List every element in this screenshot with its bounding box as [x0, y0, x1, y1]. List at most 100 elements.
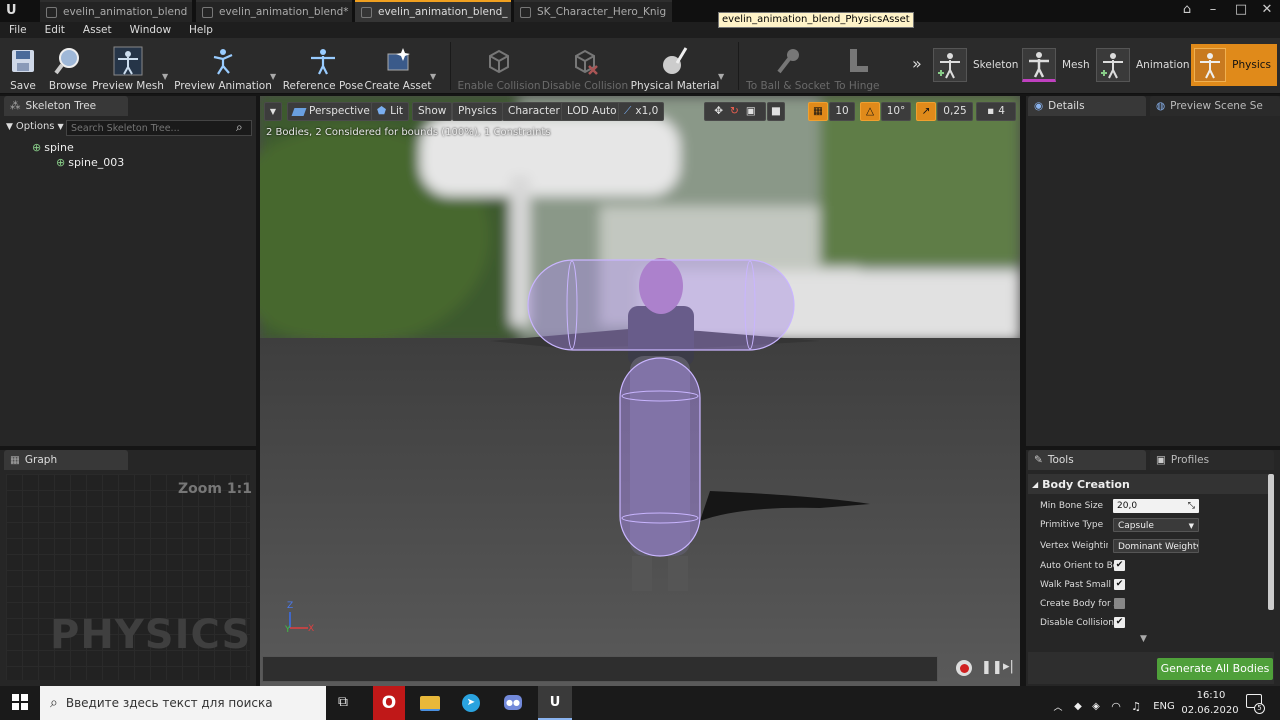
graph-tab[interactable]: ▦ Graph [4, 450, 128, 470]
vertex-weighting-select[interactable]: Dominant Weight▼ [1113, 539, 1199, 553]
language-indicator[interactable]: ENG [1150, 692, 1178, 720]
explorer-folder-icon[interactable] [420, 696, 440, 711]
camera-speed-button[interactable]: ▪ 4 [976, 102, 1016, 121]
physical-material-dropdown[interactable]: ▼ [718, 72, 724, 81]
min-bone-size-field[interactable]: 20,0 ⤡ [1113, 499, 1199, 513]
skeleton-search-input[interactable] [66, 120, 252, 136]
tray-app-icon[interactable]: ◈ [1088, 692, 1104, 720]
menu-file[interactable]: File [0, 22, 36, 38]
rotate-icon[interactable]: ↻ [730, 103, 739, 120]
tab-physics-asset[interactable]: evelin_animation_blend_ [355, 0, 511, 22]
menu-asset[interactable]: Asset [74, 22, 121, 38]
step-forward-icon[interactable]: ▸| [1003, 659, 1014, 674]
tab-evelin-animation-blend[interactable]: evelin_animation_blend [40, 0, 192, 22]
menu-edit[interactable]: Edit [36, 22, 74, 38]
generate-all-bodies-button[interactable]: Generate All Bodies [1157, 658, 1273, 680]
viewport[interactable] [260, 96, 1020, 686]
mode-animation-button[interactable]: Animation [1096, 44, 1196, 86]
bone-item-spine[interactable]: ⊕ spine [32, 141, 74, 154]
pause-icon[interactable]: ❚❚ [981, 660, 1003, 675]
world-local-toggle[interactable]: ■ [767, 102, 785, 121]
tools-tab[interactable]: ✎ Tools [1028, 450, 1146, 470]
tools-scrollbar[interactable] [1268, 474, 1274, 610]
clock-date[interactable]: 02.06.2020 [1180, 705, 1240, 716]
tab-sk-character[interactable]: SK_Character_Hero_Knig [514, 0, 672, 22]
advanced-expand-icon[interactable]: ▼ [1140, 634, 1147, 644]
playback-speed-button[interactable]: ⟋ x1,0 [618, 102, 665, 121]
taskbar-search[interactable]: ⌕ Введите здесь текст для поиска [40, 686, 326, 720]
tab-evelin-animation-blend-modified[interactable]: evelin_animation_blend* [196, 0, 352, 22]
bone-item-spine-003[interactable]: ⊕ spine_003 [56, 156, 124, 169]
telegram-icon[interactable]: ➤ [462, 694, 480, 712]
vertex-weighting-row: Vertex Weighting T [1040, 541, 1108, 551]
lower-capsule-body[interactable] [619, 357, 701, 557]
details-tab[interactable]: ◉ Details [1028, 96, 1146, 116]
search-icon: ⌕ [50, 695, 58, 711]
grid-snap-value[interactable]: 10 [829, 102, 855, 121]
tray-app-icon[interactable]: ◆ [1070, 692, 1086, 720]
browse-button[interactable]: Browse [49, 40, 87, 92]
clock-time[interactable]: 16:10 [1186, 690, 1236, 701]
unreal-logo-icon[interactable]: U [6, 3, 20, 19]
character-menu-button[interactable]: Character [502, 102, 566, 121]
mesh-mode-icon [1022, 48, 1056, 82]
primitive-type-select[interactable]: Capsule ▼ [1113, 518, 1199, 532]
physics-menu-button[interactable]: Physics [452, 102, 503, 121]
preview-mesh-dropdown[interactable]: ▼ [162, 72, 168, 81]
create-asset-button[interactable]: Create Asset [365, 40, 431, 92]
translate-icon[interactable]: ✥ [714, 103, 723, 120]
volume-icon[interactable]: ♫ [1128, 692, 1144, 720]
mode-physics-button[interactable]: Physics [1191, 44, 1277, 86]
toolbar-overflow-icon[interactable]: » [912, 54, 922, 73]
menu-help[interactable]: Help [180, 22, 222, 38]
scale-snap-toggle[interactable]: ↗ [916, 102, 936, 121]
minimize-button[interactable]: – [1198, 0, 1228, 22]
rotation-snap-toggle[interactable]: △ [860, 102, 880, 121]
unreal-taskbar-icon[interactable]: U [538, 686, 572, 720]
windows-start-icon[interactable] [12, 694, 28, 710]
grid-snap-toggle[interactable]: ▦ [808, 102, 828, 121]
reference-pose-button[interactable]: Reference Pose [283, 40, 363, 92]
menu-window[interactable]: Window [121, 22, 180, 38]
lit-button[interactable]: ⬟ Lit [371, 102, 410, 121]
disable-collisions-checkbox[interactable]: ✔ [1114, 617, 1125, 628]
auto-orient-checkbox[interactable]: ✔ [1114, 560, 1125, 571]
show-button[interactable]: Show [412, 102, 453, 121]
to-ball-socket-button[interactable]: To Ball & Socket [746, 40, 830, 92]
profiles-tab[interactable]: ▣ Profiles [1150, 450, 1274, 470]
skeleton-tree-tab[interactable]: ⁂ Skeleton Tree [4, 96, 128, 116]
mode-mesh-button[interactable]: Mesh [1022, 44, 1096, 86]
save-button[interactable]: Save [8, 40, 38, 92]
tray-overflow-icon[interactable]: ︿ [1050, 692, 1066, 720]
save-icon [8, 46, 38, 76]
create-asset-dropdown[interactable]: ▼ [430, 72, 436, 81]
physical-material-button[interactable]: Physical Material [631, 40, 719, 92]
body-creation-header[interactable]: ◢ Body Creation [1028, 474, 1268, 494]
enable-collision-button[interactable]: Enable Collision [457, 40, 541, 92]
opera-icon[interactable]: O [373, 686, 405, 720]
perspective-button[interactable]: Perspective [287, 102, 376, 121]
scale-icon[interactable]: ▣ [746, 103, 756, 120]
search-icon[interactable]: ⌕ [236, 120, 243, 135]
preview-mesh-button[interactable]: Preview Mesh [92, 40, 164, 92]
rotation-snap-value[interactable]: 10° [881, 102, 911, 121]
record-icon[interactable] [956, 660, 972, 676]
timeline-bar[interactable] [262, 656, 938, 682]
preview-animation-dropdown[interactable]: ▼ [270, 72, 276, 81]
create-body-checkbox[interactable] [1114, 598, 1125, 609]
lod-button[interactable]: LOD Auto [561, 102, 623, 121]
discord-icon[interactable]: ●● [504, 695, 522, 710]
preview-scene-tab[interactable]: ◍ Preview Scene Se [1150, 96, 1280, 116]
mode-skeleton-button[interactable]: Skeleton [933, 44, 1024, 86]
upper-capsule-body[interactable] [527, 259, 795, 351]
scale-snap-value[interactable]: 0,25 [937, 102, 973, 121]
preview-animation-button[interactable]: Preview Animation [174, 40, 272, 92]
viewport-options-dropdown[interactable]: ▼ [264, 102, 282, 121]
walk-past-checkbox[interactable]: ✔ [1114, 579, 1125, 590]
options-dropdown[interactable]: ▼ Options ▼ [6, 121, 64, 132]
to-hinge-button[interactable]: To Hinge [834, 40, 880, 92]
task-view-icon[interactable]: ⧉ [338, 694, 348, 710]
wifi-icon[interactable]: ◠ [1108, 692, 1124, 720]
close-button[interactable]: ✕ [1252, 0, 1280, 22]
disable-collision-button[interactable]: Disable Collision [542, 40, 628, 92]
